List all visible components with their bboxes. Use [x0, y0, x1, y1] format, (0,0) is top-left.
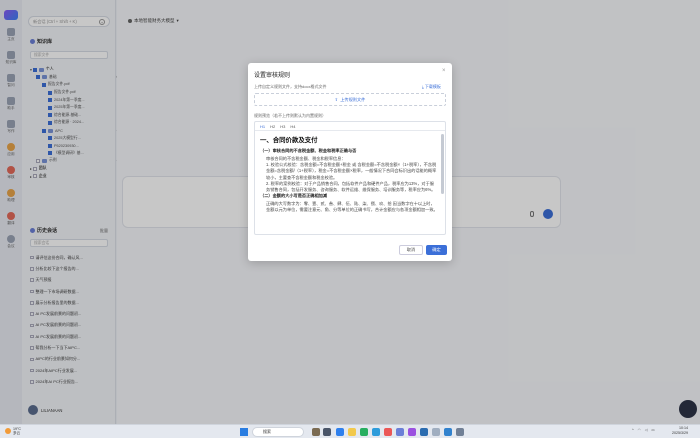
rule-paragraph: 2. 税率的案例校验：对于产品销售合同，包括软件产品和硬件产品，税率应为13%，… — [266, 180, 436, 193]
rule-paragraph: 正确的大写数字为：零、壹、贰、叁、肆、伍、陆、柒、捌、玖、拾 因当数字在十以上时… — [266, 201, 438, 213]
rule-paragraph: 1. 校验公式校验：含税金额=不含税金额+税金 或 含税金额=不含税金额×（1+… — [266, 162, 437, 180]
upload-icon: ⇪ — [334, 97, 339, 102]
heading-h2-button[interactable]: H2 — [270, 124, 275, 129]
chevron-up-icon[interactable]: ^ — [632, 428, 634, 432]
chrome-icon[interactable] — [360, 428, 368, 436]
dialog-title: 设置审核规则 — [254, 73, 291, 79]
battery-icon[interactable]: ▭ — [651, 428, 654, 432]
assistant-app-icon[interactable] — [396, 428, 404, 436]
clock[interactable]: 10:14 2025/3/29 — [672, 426, 688, 436]
rules-editor[interactable]: H1 H2 H3 H4 一、合同价款及支付 （一）审核合同的不含税金额、税金和税率正确与… — [254, 121, 446, 235]
task-view-icon[interactable] — [323, 428, 331, 436]
heading-h1-button[interactable]: H1 — [260, 124, 265, 129]
edge-browser-icon[interactable] — [336, 428, 344, 436]
app-icon-2[interactable] — [408, 428, 416, 436]
app-icon-3[interactable] — [432, 428, 440, 436]
upload-hint: 上传自定义规则文件，支持docx格式文件 — [254, 84, 327, 89]
editor-content[interactable]: 一、合同价款及支付 （一）审核合同的不含税金额、税金和税率正确与否 审核合同的不含税… — [260, 135, 438, 233]
taskbar-search[interactable]: 搜索 — [252, 427, 304, 437]
close-icon[interactable]: × — [442, 68, 446, 74]
weather-widget[interactable]: 19°C 多云 — [5, 427, 21, 435]
download-icon: ⤓ — [422, 84, 424, 89]
volume-icon[interactable]: ◁ — [645, 428, 648, 432]
rule-heading: 一、合同价款及支付 — [260, 137, 318, 144]
widget-app-icon[interactable] — [312, 428, 320, 436]
editor-scrollbar[interactable] — [441, 134, 444, 194]
ok-button[interactable]: 确定 — [426, 245, 447, 255]
system-tray[interactable]: ^ ◠ ◁ ▭ — [632, 428, 655, 432]
store-icon[interactable] — [372, 428, 380, 436]
app-icon-5[interactable] — [456, 428, 464, 436]
app-icon[interactable] — [384, 428, 392, 436]
upload-rules-button[interactable]: ⇪ 上传规则文件 — [254, 93, 446, 106]
download-template-link[interactable]: ⤓ 下载模板 — [422, 84, 441, 90]
windows-start-icon[interactable] — [240, 428, 248, 436]
rule-subheading: （二）金额的大小写是否正确相加减 — [260, 193, 328, 199]
word-icon[interactable] — [420, 428, 428, 436]
editor-toolbar: H1 H2 H3 H4 — [255, 122, 445, 131]
heading-h4-button[interactable]: H4 — [290, 124, 295, 129]
file-explorer-icon[interactable] — [348, 428, 356, 436]
weather-icon — [5, 428, 11, 434]
clock-date: 2025/3/29 — [672, 431, 688, 435]
heading-h3-button[interactable]: H3 — [280, 124, 285, 129]
app-icon-4[interactable] — [444, 428, 452, 436]
review-rules-dialog: 设置审核规则 × 上传自定义规则文件，支持docx格式文件 ⤓ 下载模板 ⇪ 上… — [248, 63, 452, 261]
wifi-icon[interactable]: ◠ — [638, 428, 641, 432]
taskbar: 19°C 多云 搜索 ^ ◠ ◁ ▭ 10:14 2025/3/29 — [0, 424, 700, 438]
preview-label: 规则预览（若不上传则默认为内置规则） — [254, 113, 326, 118]
cancel-button[interactable]: 取消 — [399, 245, 423, 255]
rule-subheading: （一）审核合同的不含税金额、税金和税率正确与否 — [260, 148, 357, 153]
weather-desc: 多云 — [13, 431, 21, 435]
